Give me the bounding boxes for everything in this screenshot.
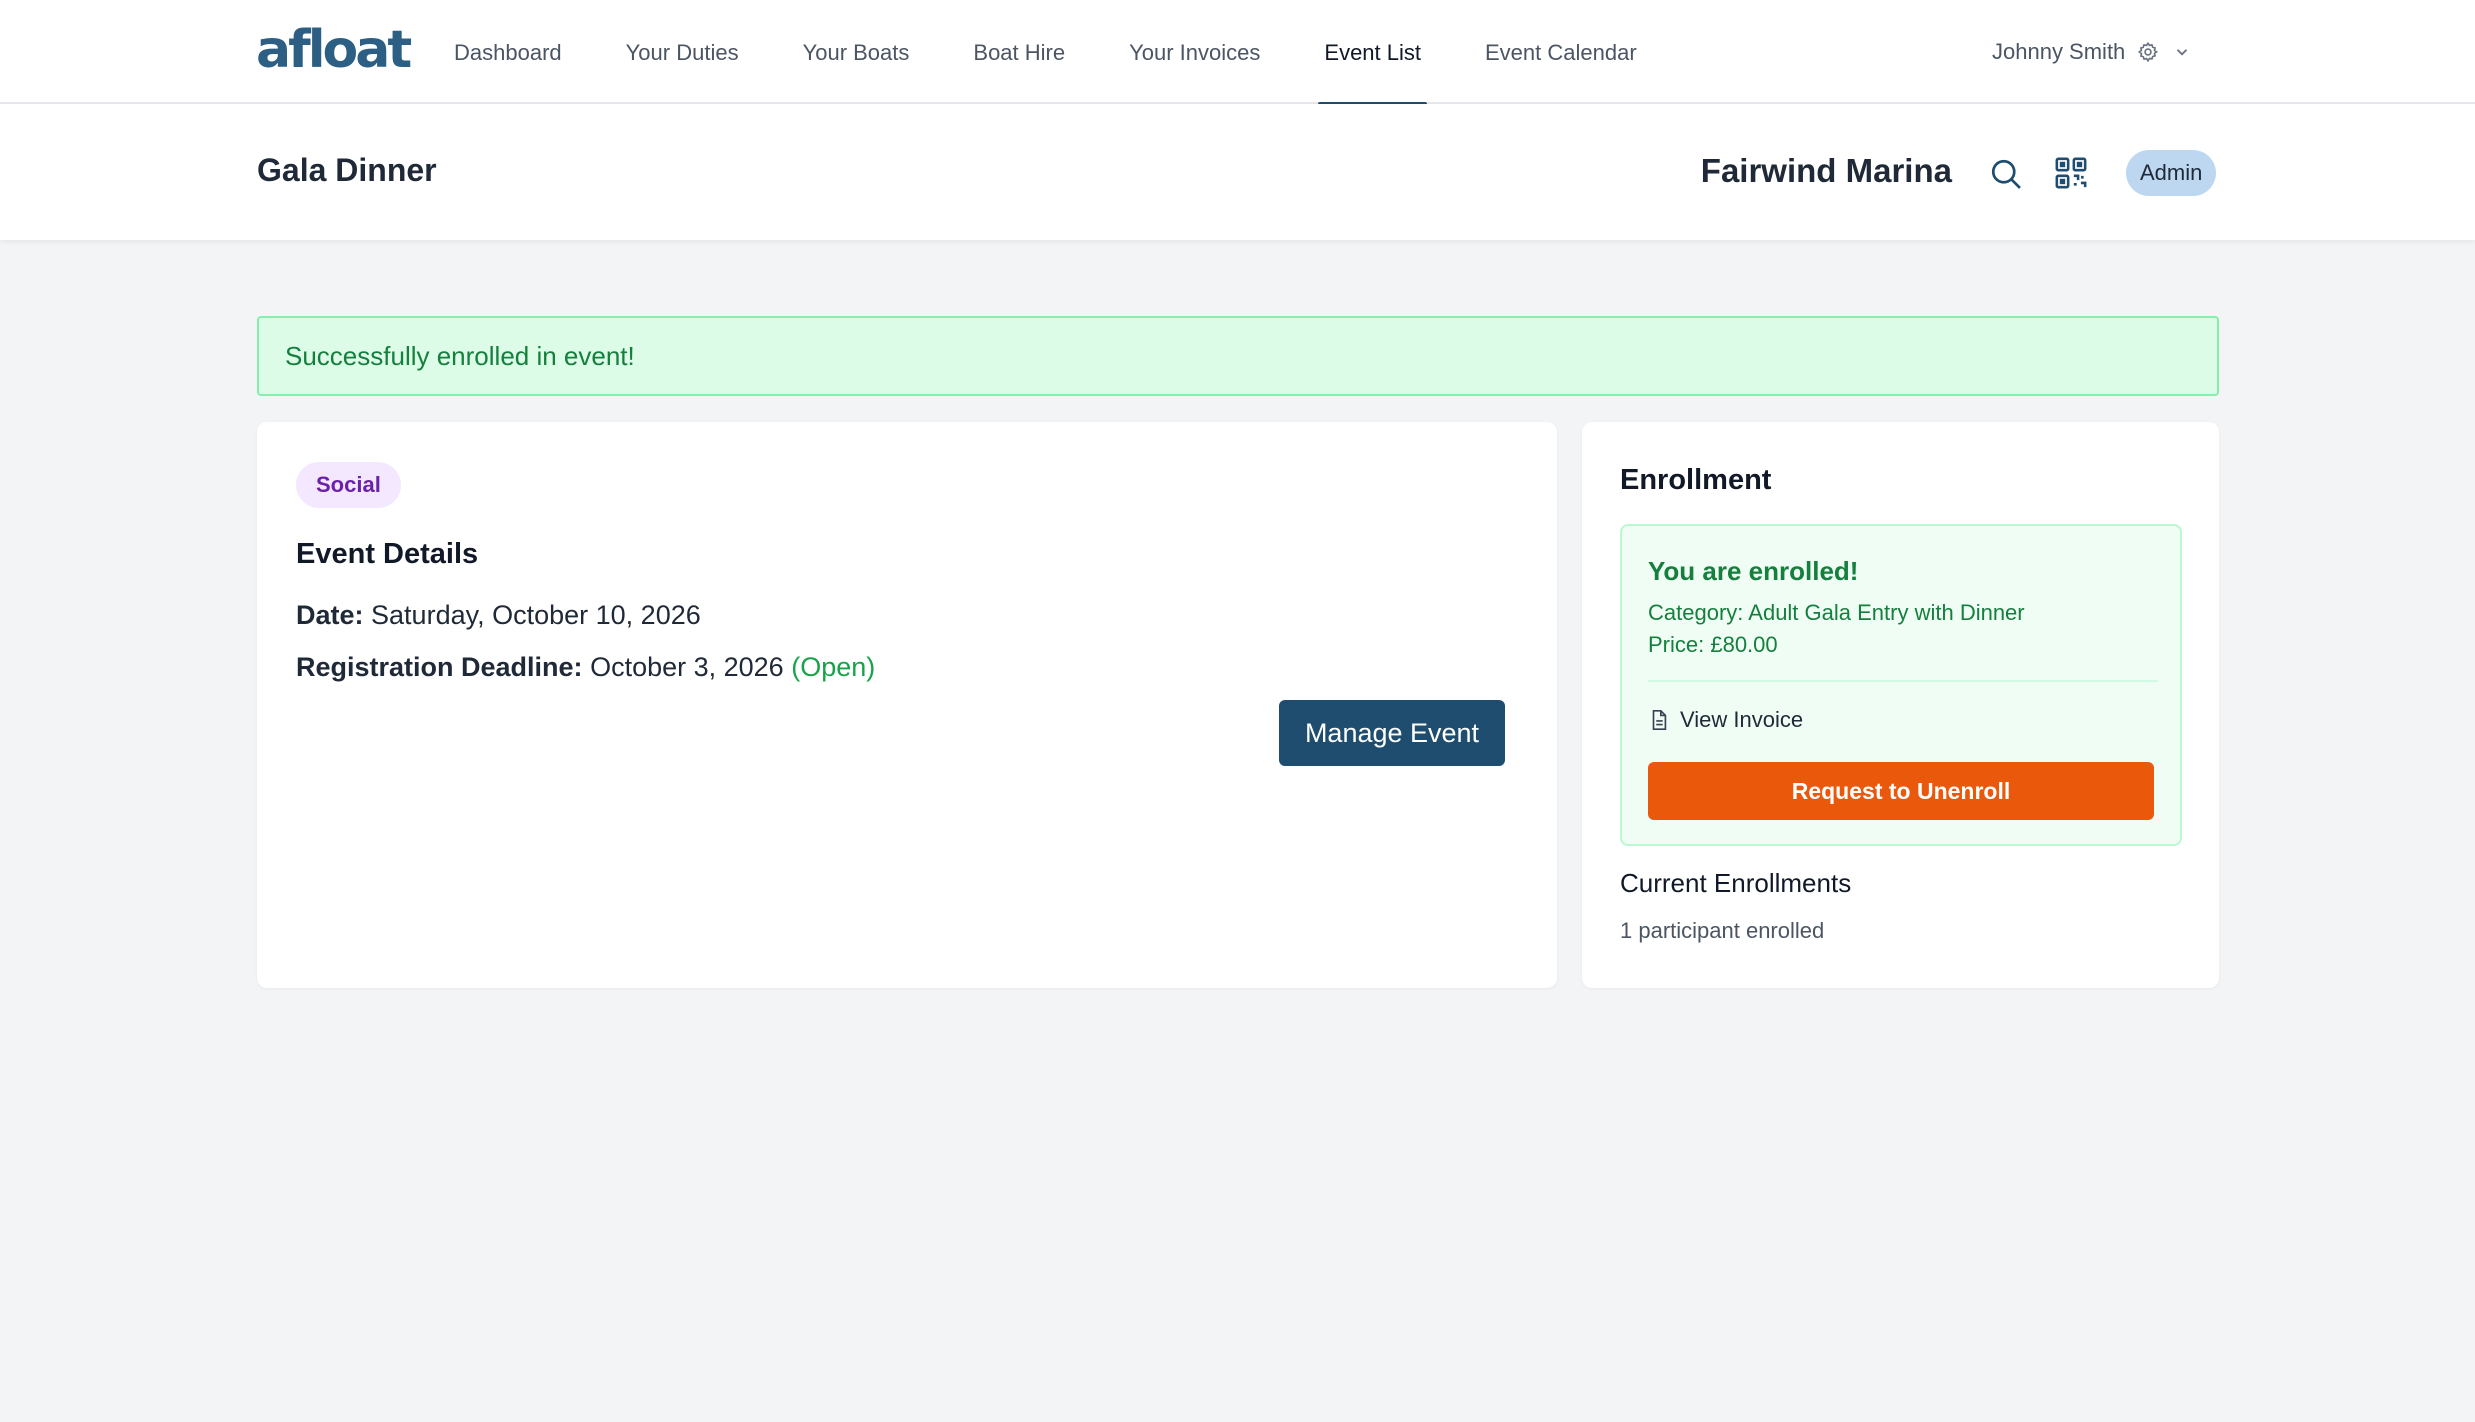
- event-details-heading: Event Details: [296, 538, 479, 570]
- date-label: Date:: [296, 600, 364, 630]
- divider: [1648, 680, 2158, 682]
- document-icon: [1652, 710, 1667, 730]
- date-value: Saturday, October 10, 2026: [371, 600, 701, 630]
- chevron-down-icon: [2177, 49, 2188, 56]
- view-invoice-link[interactable]: View Invoice: [1648, 702, 1803, 738]
- current-enrollments-heading: Current Enrollments: [1620, 868, 1852, 898]
- enrollment-category: Category: Adult Gala Entry with Dinner: [1648, 600, 2025, 625]
- success-alert: Successfully enrolled in event!: [257, 316, 2219, 396]
- nav-your-duties[interactable]: Your Duties: [626, 0, 739, 104]
- deadline-status: (Open): [791, 652, 876, 682]
- enrolled-status: You are enrolled!: [1648, 556, 1859, 586]
- top-navbar: afloat Dashboard Your Duties Your Boats …: [0, 0, 2475, 106]
- enrollment-price: Price: £80.00: [1648, 632, 1778, 657]
- nav-event-calendar[interactable]: Event Calendar: [1485, 0, 1637, 104]
- user-name: Johnny Smith: [1992, 39, 2126, 64]
- enrollment-card: Enrollment You are enrolled! Category: A…: [1582, 422, 2219, 988]
- manage-event-button[interactable]: Manage Event: [1279, 700, 1505, 766]
- user-menu[interactable]: Johnny Smith: [1992, 34, 2191, 70]
- event-date: Date: Saturday, October 10, 2026: [296, 600, 701, 631]
- current-enrollments-count: 1 participant enrolled: [1620, 918, 1825, 943]
- search-icon[interactable]: [1988, 156, 2024, 192]
- deadline-label: Registration Deadline:: [296, 652, 583, 682]
- enrollment-status-box: You are enrolled! Category: Adult Gala E…: [1620, 524, 2182, 846]
- event-details-card: Social Event Details Date: Saturday, Oct…: [257, 422, 1557, 988]
- enrollment-heading: Enrollment: [1620, 464, 1772, 496]
- admin-badge: Admin: [2126, 150, 2217, 196]
- main-nav: Dashboard Your Duties Your Boats Boat Hi…: [454, 0, 1701, 106]
- page-title: Gala Dinner: [257, 152, 437, 188]
- deadline-value: October 3, 2026: [590, 652, 784, 682]
- view-invoice-label: View Invoice: [1680, 707, 1804, 732]
- nav-your-invoices[interactable]: Your Invoices: [1129, 0, 1260, 104]
- page-header: Gala Dinner Fairwind Marina Admin: [0, 104, 2475, 240]
- nav-dashboard[interactable]: Dashboard: [454, 0, 562, 104]
- registration-deadline: Registration Deadline: October 3, 2026 (…: [296, 652, 875, 683]
- request-unenroll-button[interactable]: Request to Unenroll: [1648, 762, 2154, 820]
- qr-code-icon[interactable]: [2054, 156, 2088, 190]
- nav-boat-hire[interactable]: Boat Hire: [973, 0, 1065, 104]
- afloat-logo[interactable]: afloat: [256, 22, 412, 78]
- nav-your-boats[interactable]: Your Boats: [803, 0, 910, 104]
- marina-name: Fairwind Marina: [1700, 152, 1952, 189]
- nav-event-list[interactable]: Event List: [1318, 0, 1427, 106]
- gear-icon: [2138, 41, 2159, 63]
- category-badge: Social: [296, 462, 401, 508]
